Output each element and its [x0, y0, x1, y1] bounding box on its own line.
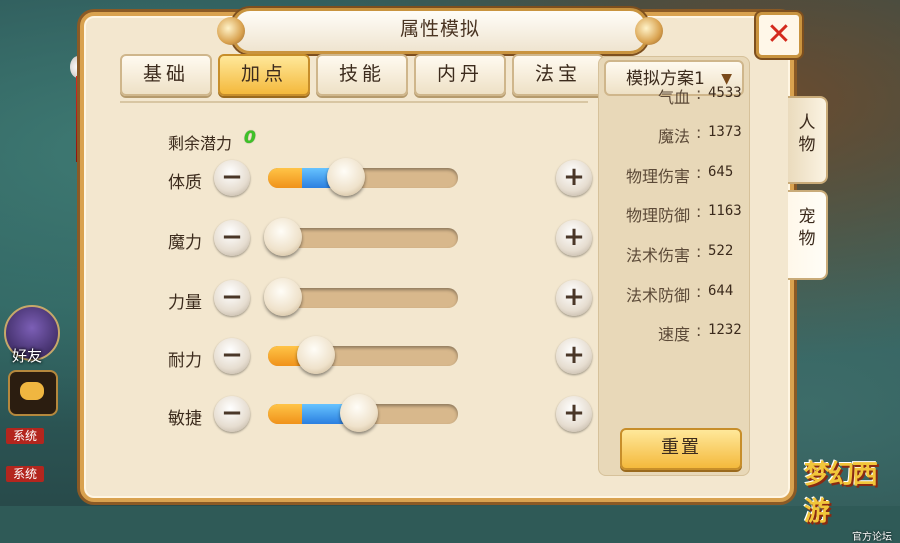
close-button[interactable]: ✕: [756, 12, 802, 58]
stat-name: 速度: [657, 325, 690, 344]
close-icon: ✕: [766, 17, 792, 52]
attribute-row: 耐力−+224: [168, 336, 627, 378]
side-tab-character[interactable]: 人 物: [788, 96, 828, 184]
stat-row: 法术防御:644: [598, 282, 748, 306]
stat-colon: :: [696, 321, 702, 340]
increase-button[interactable]: +: [556, 280, 592, 316]
side-tab-label: 人 物: [798, 113, 816, 155]
tab-bar: 基础 加点 技能 内丹 法宝: [120, 54, 604, 96]
stat-name: 法术防御: [625, 286, 690, 305]
slider-handle[interactable]: [326, 158, 365, 196]
minus-icon: −: [221, 397, 243, 428]
tab-add-points[interactable]: 加点: [218, 54, 310, 96]
increase-button[interactable]: +: [556, 220, 592, 256]
system-tag: 系统: [6, 428, 44, 444]
stat-colon: :: [696, 163, 702, 182]
attribute-label: 体质: [168, 173, 202, 193]
slider-handle[interactable]: [264, 218, 303, 256]
tab-divider: [120, 101, 588, 103]
tab-inner-pill[interactable]: 内丹: [414, 54, 506, 96]
attribute-label: 力量: [168, 293, 202, 313]
minus-icon: −: [221, 281, 243, 312]
title-ornament: [217, 17, 245, 45]
attribute-simulation-panel: 属性模拟 ✕ 基础 加点 技能 内丹 法宝 剩余潜力 0 体质−+321魔力−+…: [80, 8, 828, 502]
tab-basic[interactable]: 基础: [120, 54, 212, 96]
stat-value: 1163: [708, 203, 742, 219]
stat-colon: :: [696, 123, 702, 142]
chat-button[interactable]: [8, 370, 58, 416]
stat-name: 物理防御: [625, 206, 690, 225]
slider-handle[interactable]: [264, 278, 303, 316]
system-tag: 系统: [6, 466, 44, 482]
stat-colon: :: [696, 84, 702, 103]
side-tab-label: 宠 物: [798, 207, 816, 249]
slider-handle[interactable]: [340, 394, 379, 432]
base-points-fill: [268, 168, 303, 188]
stat-value: 522: [708, 243, 734, 259]
page-title: 属性模拟: [399, 18, 480, 40]
minus-icon: −: [221, 221, 243, 252]
plus-icon: +: [563, 161, 585, 192]
plus-icon: +: [563, 281, 585, 312]
logo-text: 梦幻西游: [804, 460, 878, 527]
plus-icon: +: [563, 339, 585, 370]
stat-value: 1232: [708, 322, 742, 338]
stat-row: 速度:1232: [598, 321, 748, 345]
slider-handle[interactable]: [296, 336, 335, 374]
friend-label: 好友: [12, 347, 43, 365]
minus-icon: −: [221, 339, 243, 370]
decrease-button[interactable]: −: [214, 280, 250, 316]
decrease-button[interactable]: −: [214, 338, 250, 374]
stat-name: 气血: [657, 88, 690, 107]
plus-icon: +: [563, 221, 585, 252]
stat-value: 645: [708, 164, 734, 180]
title-plate: 属性模拟: [217, 8, 663, 54]
logo-subtext: 官方论坛: [852, 532, 892, 543]
attribute-row: 力量−+118: [168, 278, 627, 320]
increase-button[interactable]: +: [556, 160, 592, 196]
base-points-fill: [268, 404, 303, 424]
stat-value: 644: [708, 283, 734, 299]
increase-button[interactable]: +: [556, 396, 592, 432]
decrease-button[interactable]: −: [214, 160, 250, 196]
stat-value: 1373: [708, 124, 742, 140]
title-ornament: [635, 17, 663, 45]
stat-colon: :: [696, 202, 702, 221]
stat-name: 物理伤害: [625, 167, 690, 186]
attribute-row: 敏捷−+369: [168, 394, 627, 436]
decrease-button[interactable]: −: [214, 396, 250, 432]
side-tab-pet[interactable]: 宠 物: [788, 190, 828, 280]
attribute-row: 魔力−+118: [168, 218, 627, 260]
remaining-potential-value: 0: [244, 128, 256, 148]
stat-name: 魔法: [657, 127, 690, 146]
attribute-row: 体质−+321: [168, 158, 627, 200]
attribute-label: 耐力: [168, 351, 202, 371]
stat-name: 法术伤害: [625, 246, 690, 265]
tab-magic-treasure[interactable]: 法宝: [512, 54, 604, 96]
tab-skills[interactable]: 技能: [316, 54, 408, 96]
plus-icon: +: [563, 397, 585, 428]
stat-row: 法术伤害:522: [598, 242, 748, 266]
stats-panel: 模拟方案1 ▼ 气血:4533 魔法:1373 物理伤害:645 物理防御:1163 法…: [598, 56, 750, 476]
minus-icon: −: [221, 161, 243, 192]
increase-button[interactable]: +: [556, 338, 592, 374]
game-logo: 梦幻西游 官方论坛: [804, 454, 892, 543]
decrease-button[interactable]: −: [214, 220, 250, 256]
stat-row: 魔法:1373: [598, 123, 748, 147]
stat-colon: :: [696, 282, 702, 301]
remaining-potential-label: 剩余潜力: [168, 134, 233, 153]
attribute-label: 敏捷: [168, 409, 202, 429]
stat-row: 物理防御:1163: [598, 202, 748, 226]
attribute-label: 魔力: [168, 233, 202, 253]
stat-colon: :: [696, 242, 702, 261]
reset-button[interactable]: 重置: [620, 428, 742, 470]
stat-row: 物理伤害:645: [598, 163, 748, 187]
stat-value: 4533: [708, 85, 742, 101]
stat-row: 气血:4533: [598, 84, 748, 108]
